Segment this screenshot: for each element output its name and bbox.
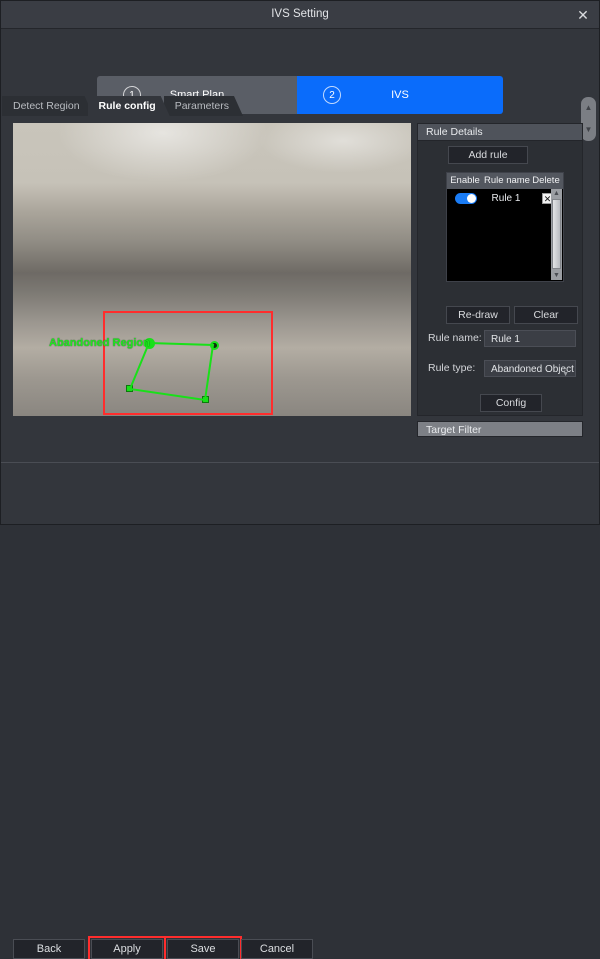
apply-button[interactable]: Apply: [91, 939, 163, 959]
title-bar: IVS Setting ✕: [1, 1, 599, 29]
close-icon[interactable]: ✕: [573, 5, 593, 25]
column-delete: Delete: [531, 173, 561, 189]
rule-type-select[interactable]: Abandoned Object▼: [484, 360, 576, 377]
clear-button[interactable]: Clear: [514, 306, 578, 324]
redraw-button[interactable]: Re-draw: [446, 306, 510, 324]
chevron-down-icon[interactable]: ▼: [562, 366, 569, 383]
rule-enable-toggle[interactable]: [455, 193, 477, 204]
tab-detect-region[interactable]: Detect Region: [2, 96, 94, 116]
cancel-button[interactable]: Cancel: [241, 939, 313, 959]
window-title: IVS Setting: [1, 1, 599, 28]
polygon-shape: [13, 123, 411, 416]
region-label: Abandoned Region: [49, 337, 150, 349]
tab-rule-config[interactable]: Rule config: [88, 96, 170, 116]
footer-bar: Back Apply Save Cancel: [1, 463, 599, 524]
add-rule-button[interactable]: Add rule: [448, 146, 528, 164]
ivs-setting-window: IVS Setting ✕ 1 Smart Plan 2 IVS Detect …: [0, 0, 600, 525]
scroll-thumb[interactable]: [552, 199, 561, 269]
scroll-down-icon[interactable]: ▼: [581, 119, 596, 141]
step-label: IVS: [341, 89, 459, 101]
rule-name-row: Rule name:Rule 1: [428, 330, 576, 347]
rule-details-panel: Rule Details Add rule Enable Rule name D…: [417, 123, 583, 416]
rule-list-header: Enable Rule name Delete: [447, 173, 563, 189]
drawn-shapes-layer: Abandoned Region: [13, 123, 411, 416]
target-filter-header[interactable]: Target Filter: [417, 421, 583, 437]
tab-parameters[interactable]: Parameters: [164, 96, 243, 116]
config-button[interactable]: Config: [480, 394, 542, 412]
scroll-up-icon[interactable]: ▲: [581, 97, 596, 119]
panel-scrollbar[interactable]: ▲ ▼: [581, 97, 596, 141]
save-button[interactable]: Save: [167, 939, 239, 959]
step-ivs[interactable]: 2 IVS: [297, 76, 503, 114]
tab-bar: Detect Region Rule config Parameters: [2, 96, 237, 116]
rule-type-row: Rule type:Abandoned Object▼: [428, 360, 576, 377]
column-rule-name: Rule name: [483, 173, 531, 189]
rule-list-scrollbar[interactable]: ▲ ▼: [551, 189, 562, 280]
back-button[interactable]: Back: [13, 939, 85, 959]
step-number: 2: [323, 86, 341, 104]
rule-list[interactable]: Enable Rule name Delete Rule 1 ✕ ▲ ▼: [446, 172, 564, 282]
scroll-down-icon[interactable]: ▼: [551, 271, 562, 280]
rule-name-label: Rule name:: [428, 332, 484, 344]
video-preview[interactable]: Abandoned Region: [13, 123, 411, 416]
toggle-knob: [467, 194, 476, 203]
table-row[interactable]: Rule 1 ✕: [447, 189, 563, 207]
rule-type-label: Rule type:: [428, 362, 484, 374]
rule-row-name: Rule 1: [482, 193, 530, 204]
column-enable: Enable: [447, 173, 483, 189]
step-bar: 1 Smart Plan 2 IVS: [1, 29, 599, 87]
rule-details-header: Rule Details: [418, 124, 582, 141]
rule-name-input[interactable]: Rule 1: [484, 330, 576, 347]
scroll-up-icon[interactable]: ▲: [551, 189, 562, 198]
